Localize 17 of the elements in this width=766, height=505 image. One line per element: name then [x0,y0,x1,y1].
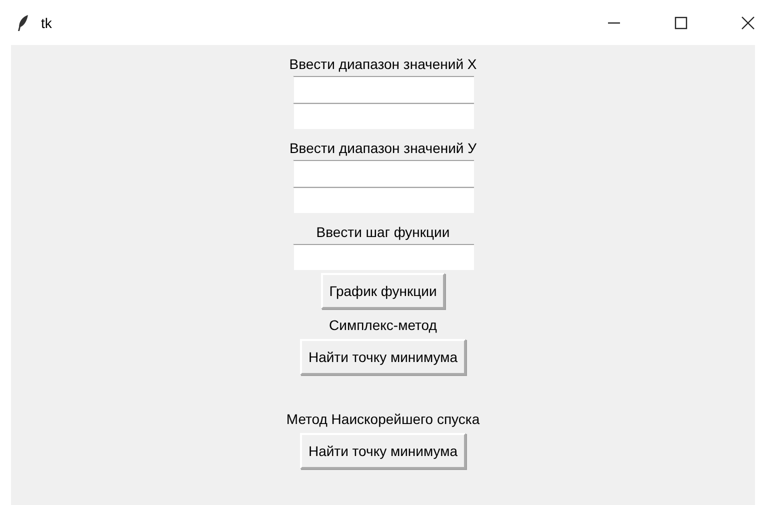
button[interactable]: Найти точку минимума [300,433,466,469]
close-icon[interactable] [741,16,755,30]
label: Ввести диапазон значений У [289,139,477,158]
label: Ввести шаг функции [316,223,450,242]
input-field[interactable] [292,244,474,270]
input-field[interactable] [292,187,474,213]
button[interactable]: График функции [321,273,445,309]
input-field[interactable] [292,76,474,102]
feather-icon [17,14,29,32]
maximize-icon[interactable] [674,16,688,30]
input-field[interactable] [292,103,474,129]
label: Симплекс-метод [329,316,437,335]
input-field[interactable] [292,160,474,186]
label: Ввести диапазон значений X [289,55,477,74]
button[interactable]: Найти точку минимума [300,339,466,375]
label: Метод Наискорейшего спуска [286,410,480,429]
window-title: tk [41,14,52,30]
